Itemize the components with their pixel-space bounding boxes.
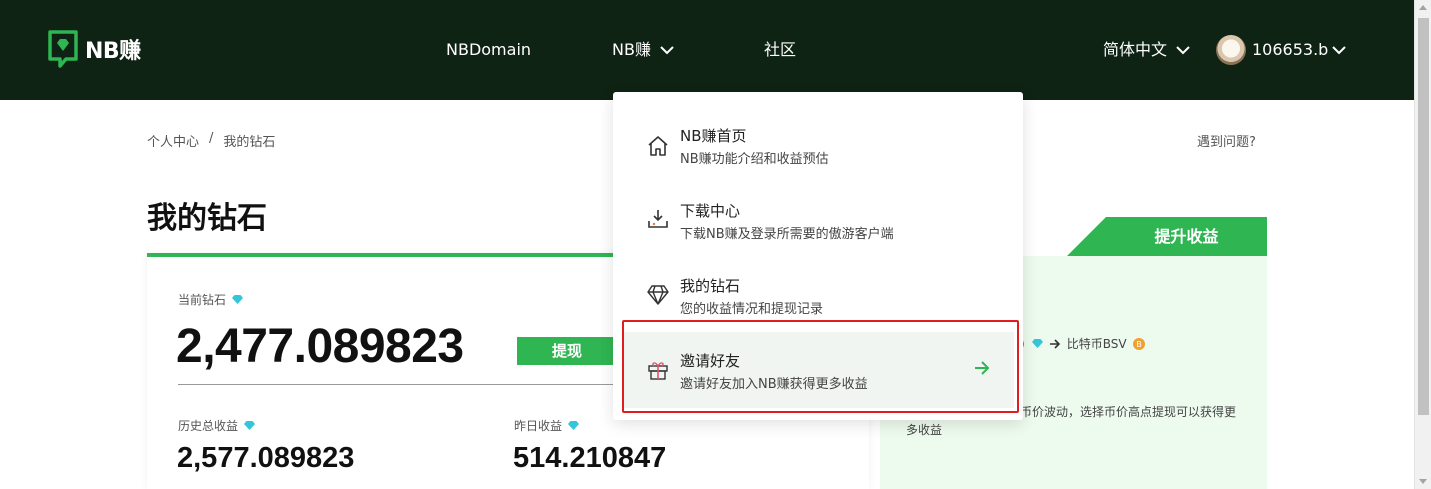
nav-nb-earn[interactable]: NB赚 [612, 40, 674, 60]
yesterday-label-text: 昨日收益 [514, 419, 563, 433]
nav-nb-earn-label: NB赚 [612, 40, 651, 59]
conversion-right: 比特币BSV [1066, 337, 1127, 351]
total-earnings-value: 2,577.089823 [177, 442, 355, 474]
avatar [1216, 35, 1246, 65]
download-icon [648, 210, 668, 228]
breadcrumb-separator: / [209, 131, 214, 146]
scrollbar[interactable] [1414, 0, 1431, 489]
side-note-line1: 币价波动，选择币价高点提现可以获得更 [1020, 405, 1237, 419]
total-earnings-label: 历史总收益 [178, 417, 256, 434]
brand-name: NB赚 [85, 39, 141, 64]
diamond-icon [244, 421, 256, 430]
chevron-down-icon [1332, 46, 1347, 55]
conversion-row: ) 比特币BSV B [1020, 335, 1145, 352]
svg-text:B: B [1136, 340, 1142, 349]
language-label: 简体中文 [1103, 40, 1168, 59]
diamond-icon [232, 295, 244, 304]
scroll-down-icon[interactable] [1419, 479, 1427, 484]
user-menu[interactable]: 106653.b [1216, 35, 1347, 65]
logo-icon [48, 30, 78, 68]
breadcrumb-home[interactable]: 个人中心 [147, 131, 199, 150]
current-label-text: 当前钻石 [178, 293, 227, 307]
chevron-down-icon [660, 46, 674, 55]
home-icon [648, 136, 668, 156]
nav-nbdomain-label: NBDomain [446, 40, 532, 59]
current-diamond-value: 2,477.089823 [176, 320, 464, 373]
diamond-icon [647, 285, 669, 305]
divider [178, 384, 618, 385]
nav-community-label: 社区 [764, 40, 797, 59]
boost-earnings-tab[interactable]: 提升收益 [1106, 217, 1267, 256]
page-title: 我的钻石 [147, 201, 267, 236]
scroll-thumb[interactable] [1418, 18, 1429, 415]
scroll-up-icon[interactable] [1419, 5, 1427, 10]
top-navbar: NB赚 NBDomain NB赚 社区 简体中文 106653.b [0, 0, 1414, 100]
nav-community[interactable]: 社区 [764, 40, 796, 60]
highlight-box [622, 320, 1019, 413]
chevron-down-icon [1176, 46, 1190, 55]
dropdown-item-title: 我的钻石 [680, 277, 741, 295]
yesterday-earnings-value: 514.210847 [513, 442, 667, 474]
nav-nbdomain[interactable]: NBDomain [446, 40, 531, 60]
help-link[interactable]: 遇到问题? [1197, 131, 1256, 150]
dropdown-item-desc: NB赚功能介绍和收益预估 [680, 152, 829, 167]
dropdown-item-home[interactable]: NB赚首页 NB赚功能介绍和收益预估 [613, 112, 1023, 182]
language-selector[interactable]: 简体中文 [1103, 40, 1190, 60]
dropdown-item-desc: 您的收益情况和提现记录 [680, 302, 824, 317]
user-name: 106653.b [1252, 40, 1329, 59]
yesterday-earnings-label: 昨日收益 [514, 417, 580, 434]
arrow-right-icon [1049, 338, 1060, 349]
side-note-line2: 多收益 [906, 423, 943, 437]
total-label-text: 历史总收益 [178, 419, 239, 433]
withdraw-button[interactable]: 提现 [517, 337, 617, 365]
dropdown-item-desc: 下载NB赚及登录所需要的傲游客户端 [680, 227, 894, 242]
dropdown-item-download[interactable]: 下载中心 下载NB赚及登录所需要的傲游客户端 [613, 187, 1023, 257]
diamond-icon [1031, 339, 1043, 348]
dropdown-item-title: 下载中心 [680, 202, 741, 220]
breadcrumb-current: 我的钻石 [223, 135, 276, 150]
brand-logo[interactable]: NB赚 [47, 29, 141, 69]
bsv-coin-icon: B [1132, 337, 1145, 350]
diamond-icon [568, 421, 580, 430]
dropdown-item-title: NB赚首页 [680, 127, 747, 145]
breadcrumb: 个人中心 / 我的钻石 [147, 131, 275, 150]
current-diamond-label: 当前钻石 [178, 291, 244, 308]
